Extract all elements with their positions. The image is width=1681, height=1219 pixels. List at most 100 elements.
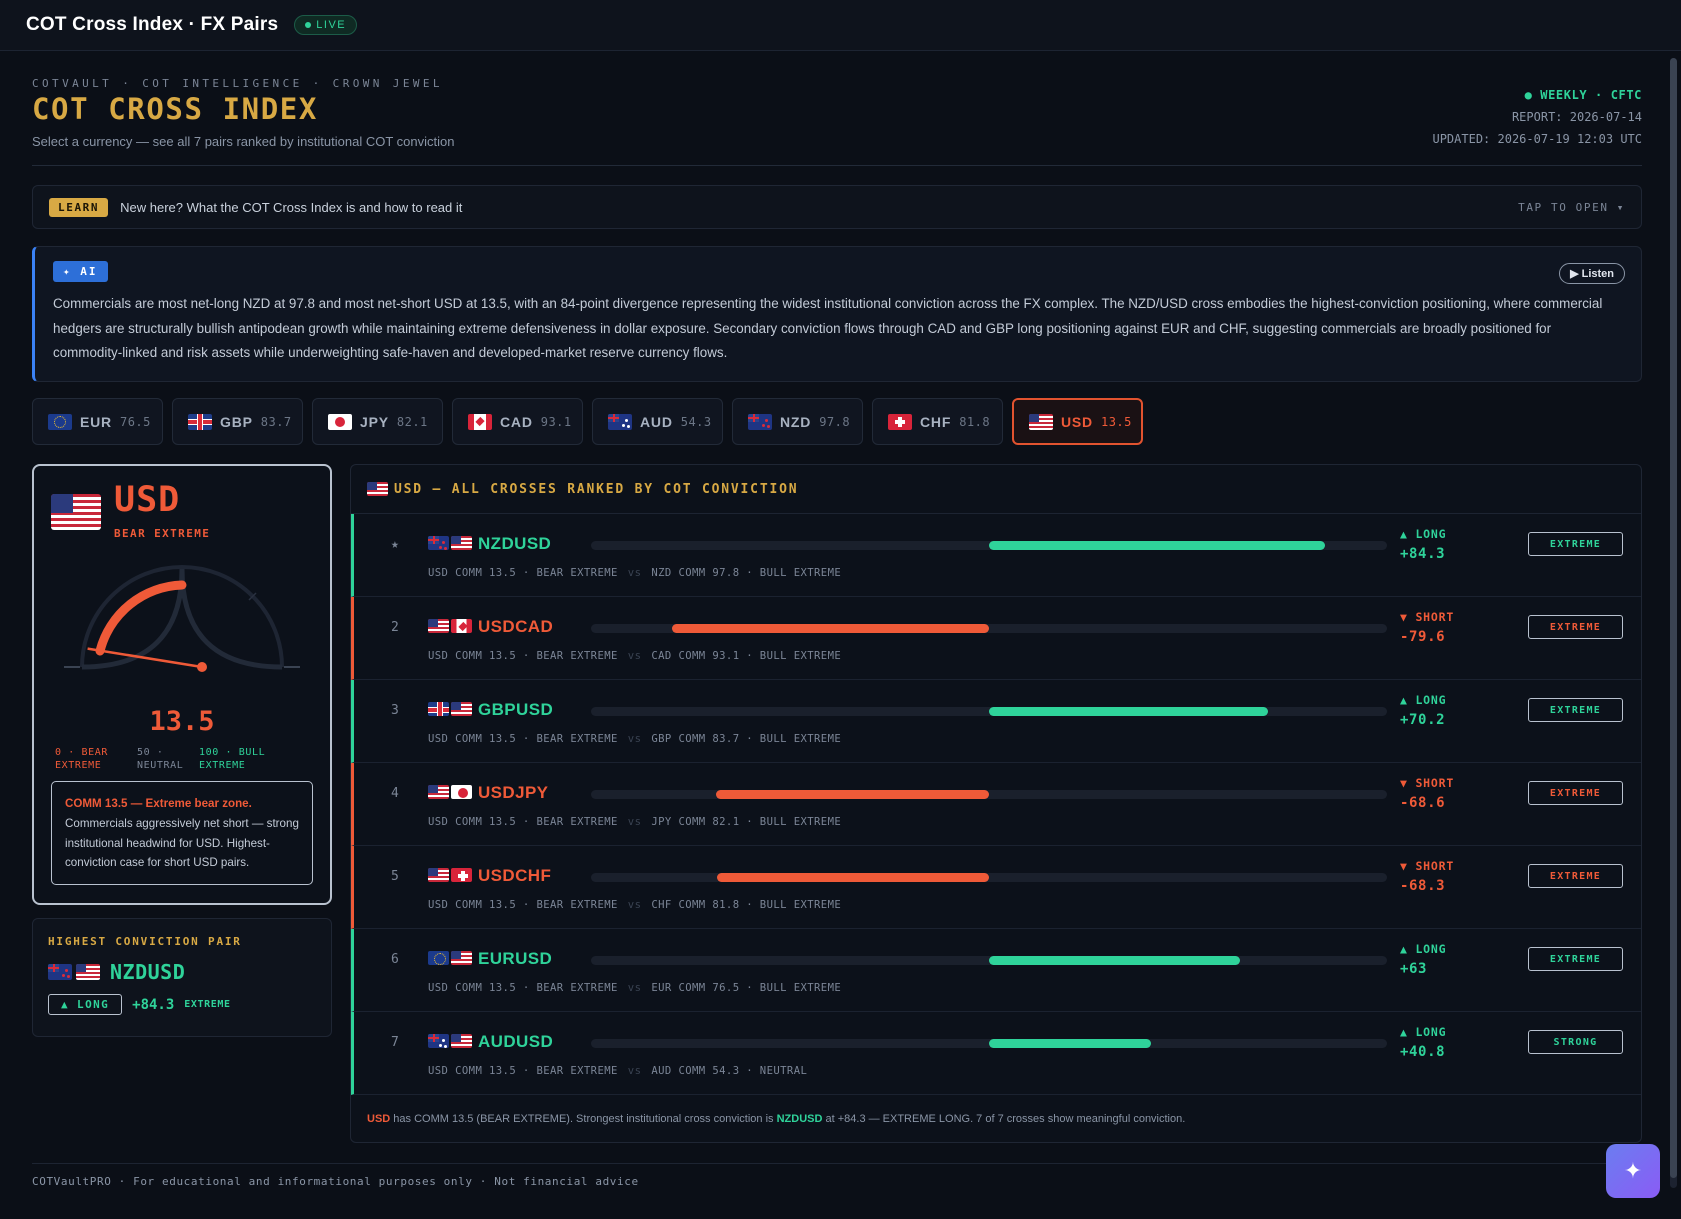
row-comm-details: USD COMM 13.5 · BEAR EXTREME vs EUR COMM 7… [428,982,841,994]
summary-currency: USD [367,1113,391,1125]
row-strength-tag: EXTREME [1528,532,1623,556]
listen-button[interactable]: ▶ Listen [1559,263,1625,284]
scrollbar-thumb[interactable] [1670,58,1677,1178]
tab-aud[interactable]: AUD 54.3 [592,398,723,445]
table-row[interactable]: 4 USDJPY ▼ SHORT -68.6 EXTREME USD COMM 13.5 … [351,763,1641,846]
crosses-ranking-panel: USD — ALL CROSSES RANKED BY COT CONVICTI… [350,464,1642,1143]
row-direction: ▲ LONG [1400,693,1447,707]
row-vs: vs [627,733,642,745]
row-vs: vs [627,982,642,994]
learn-banner[interactable]: LEARN New here? What the COT Cross Index… [32,185,1642,229]
nzd-flag-icon [748,413,772,430]
tab-gbp[interactable]: GBP 83.7 [172,398,303,445]
conviction-track [591,873,1387,882]
highest-strength: EXTREME [184,999,231,1010]
row-quote-comm: CAD COMM 93.1 · BULL EXTREME [651,650,842,662]
base-flag-icon [428,619,449,633]
ranking-header: USD — ALL CROSSES RANKED BY COT CONVICTI… [351,465,1641,514]
summary-pair: NZDUSD [776,1113,823,1125]
row-direction: ▲ LONG [1400,1025,1447,1039]
row-base-comm: USD COMM 13.5 · BEAR EXTREME [428,733,618,745]
tab-score: 93.1 [540,414,572,429]
base-flag-icon [428,785,449,799]
tap-to-open[interactable]: TAP TO OPEN ▾ [1518,201,1625,214]
conviction-bar [989,541,1325,550]
row-comm-details: USD COMM 13.5 · BEAR EXTREME vs CAD COMM 9… [428,650,841,662]
aud-flag-icon [608,413,632,430]
row-quote-comm: NZD COMM 97.8 · BULL EXTREME [651,567,842,579]
nzd-flag-icon [48,964,72,980]
quote-flag-icon [451,619,472,633]
conviction-bar [989,956,1240,965]
gauge-zone: BEAR EXTREME [114,527,211,540]
summary-text-1: has COMM 13.5 (BEAR EXTREME). Strongest … [390,1113,777,1125]
row-flags [428,951,472,965]
conviction-gauge [64,565,300,672]
row-rank: 7 [391,1035,399,1050]
base-flag-icon [428,1034,449,1048]
quote-flag-icon [451,536,472,550]
cad-flag-icon [468,413,492,430]
table-row[interactable]: ★ NZDUSD ▲ LONG +84.3 EXTREME USD COMM 13.5 ·… [351,514,1641,597]
table-row[interactable]: 3 GBPUSD ▲ LONG +70.2 EXTREME USD COMM 13.5 ·… [351,680,1641,763]
gbp-flag-icon [188,413,212,430]
row-flags [428,868,472,882]
tab-score: 13.5 [1100,414,1132,429]
row-base-comm: USD COMM 13.5 · BEAR EXTREME [428,567,618,579]
gauge-currency: USD [114,480,181,520]
tab-usd[interactable]: USD 13.5 [1012,398,1143,445]
tab-nzd[interactable]: NZD 97.8 [732,398,863,445]
scrollbar[interactable] [1670,58,1677,1188]
row-change: +63 [1400,961,1428,977]
conviction-bar [989,707,1269,716]
jpy-flag-icon [328,413,352,430]
note-text: Commercials aggressively net short — str… [65,816,299,870]
row-comm-details: USD COMM 13.5 · BEAR EXTREME vs NZD COMM 9… [428,567,841,579]
row-comm-details: USD COMM 13.5 · BEAR EXTREME vs GBP COMM 8… [428,733,841,745]
row-pair: NZDUSD [478,534,552,553]
row-comm-details: USD COMM 13.5 · BEAR EXTREME vs CHF COMM 8… [428,899,841,911]
long-direction-badge: ▲ LONG [48,994,123,1015]
row-strength-tag: STRONG [1528,1030,1623,1054]
tab-code: NZD [780,413,812,430]
tab-eur[interactable]: EUR 76.5 [32,398,163,445]
tab-code: CAD [500,413,533,430]
scale-bull-line1: 100 · BULL [199,747,266,758]
row-rank: 6 [391,952,399,967]
note-bold: COMM 13.5 — Extreme bear zone. [65,797,252,810]
scale-bull-label: 100 · BULL EXTREME [199,746,265,772]
row-direction: ▲ LONG [1400,942,1447,956]
tab-chf[interactable]: CHF 81.8 [872,398,1003,445]
table-row[interactable]: 2 USDCAD ▼ SHORT -79.6 EXTREME USD COMM 13.5 … [351,597,1641,680]
learn-badge: LEARN [49,197,109,217]
row-change: +84.3 [1400,546,1446,562]
assistant-fab-button[interactable]: ✦ [1606,1144,1660,1198]
scale-bear-line1: 0 · BEAR [55,747,108,758]
top-bar: COT Cross Index · FX Pairs LIVE [0,0,1681,51]
row-flags [428,619,472,633]
gauge-needle-hub [197,662,207,672]
row-comm-details: USD COMM 13.5 · BEAR EXTREME vs JPY COMM 8… [428,816,841,828]
conviction-bar [717,873,989,882]
scale-neutral-line1: 50 · [137,747,164,758]
tab-cad[interactable]: CAD 93.1 [452,398,583,445]
row-vs: vs [627,816,642,828]
conviction-track [591,790,1387,799]
scale-neutral-line2: NEUTRAL [137,760,184,771]
learn-text: New here? What the COT Cross Index is an… [120,199,463,215]
table-row[interactable]: 6 EURUSD ▲ LONG +63 EXTREME USD COMM 13.5 · B… [351,929,1641,1012]
row-rank: 4 [391,786,399,801]
page-subtitle: Select a currency — see all 7 pairs rank… [32,134,455,149]
highest-conviction-card[interactable]: HIGHEST CONVICTION PAIR NZDUSD ▲ LONG +8… [32,918,332,1037]
table-row[interactable]: 7 AUDUSD ▲ LONG +40.8 STRONG USD COMM 13.5 · … [351,1012,1641,1095]
weekly-cftc-label: ● WEEKLY · CFTC [1524,88,1642,102]
updated-time: UPDATED: 2026-07-19 12:03 UTC [1432,132,1642,146]
row-change: -68.3 [1400,878,1446,894]
row-vs: vs [627,567,642,579]
tab-jpy[interactable]: JPY 82.1 [312,398,443,445]
quote-flag-icon [451,1034,472,1048]
tab-code: USD [1061,413,1093,430]
summary-text-2: at +84.3 — EXTREME LONG. 7 of 7 crosses … [822,1113,1186,1125]
tab-score: 82.1 [396,414,428,429]
table-row[interactable]: 5 USDCHF ▼ SHORT -68.3 EXTREME USD COMM 13.5 … [351,846,1641,929]
